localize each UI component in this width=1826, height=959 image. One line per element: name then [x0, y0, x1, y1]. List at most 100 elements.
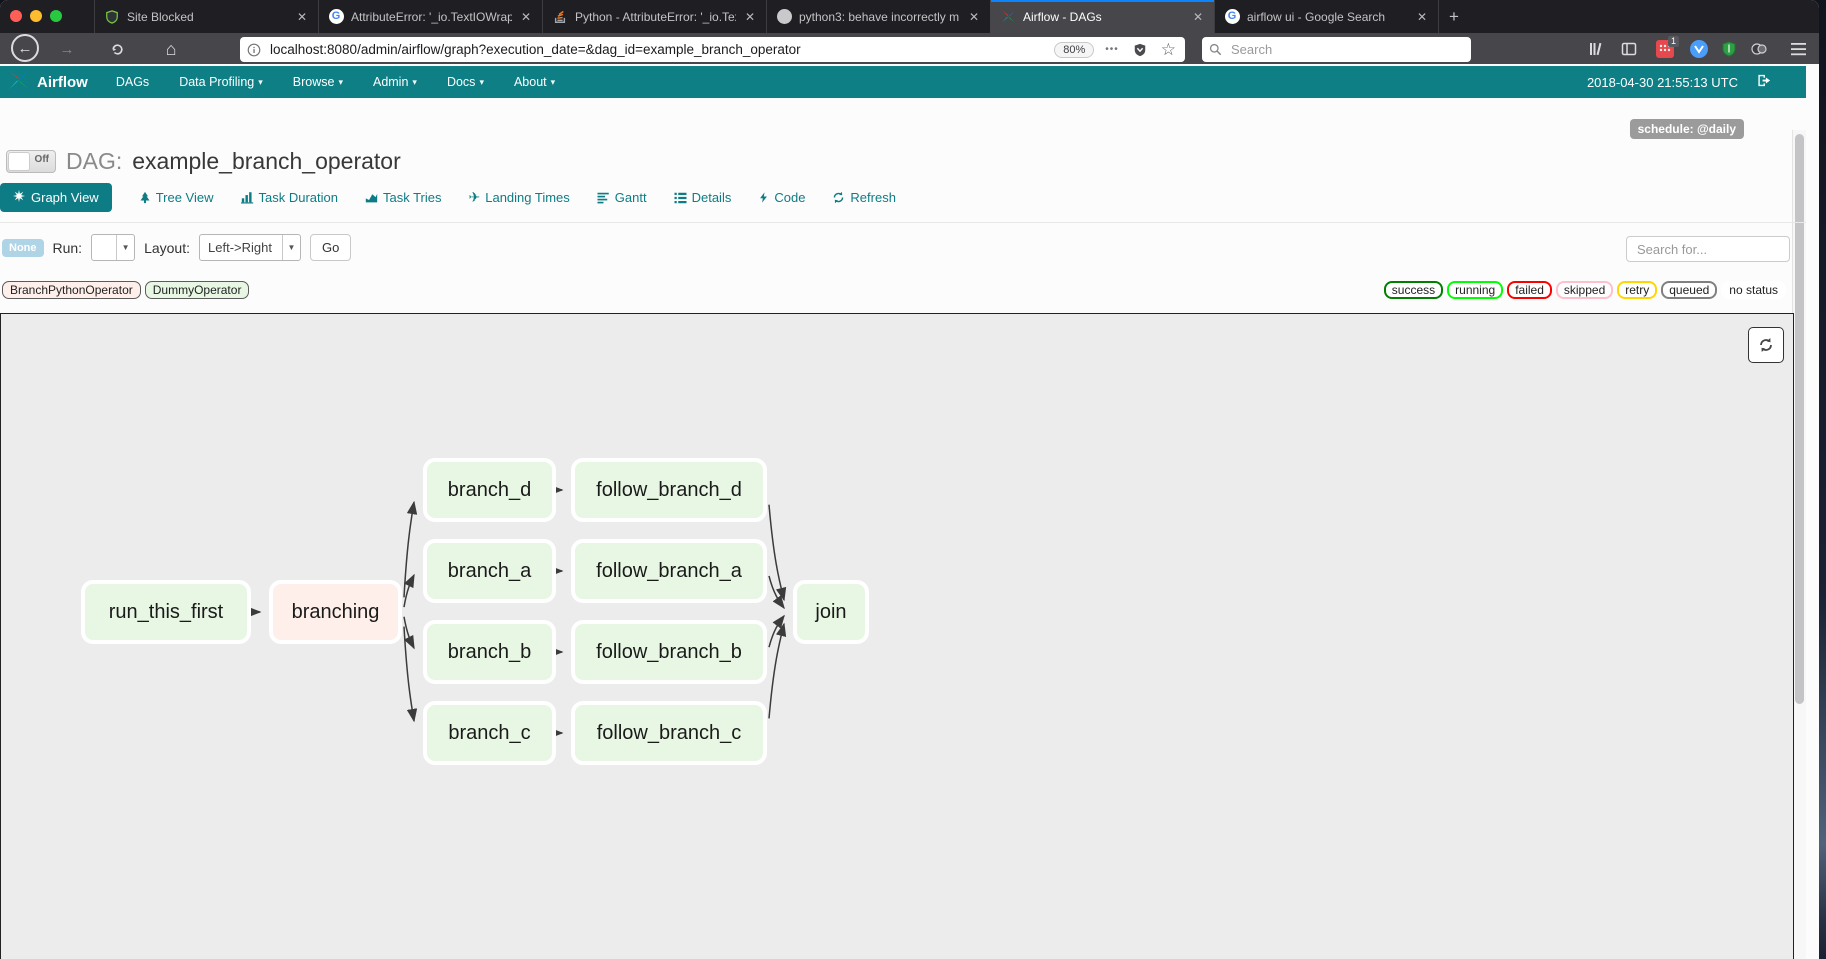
status-legend-queued: queued	[1661, 281, 1717, 299]
graph-node-join[interactable]: join	[793, 580, 869, 644]
tab-title: python3: behave incorrectly m	[799, 10, 960, 24]
search-bar[interactable]	[1202, 37, 1471, 62]
align-left-icon	[597, 192, 610, 204]
extension-red-icon[interactable]: 1	[1654, 38, 1676, 60]
tab-site-blocked[interactable]: Site Blocked ✕	[94, 0, 319, 33]
graph-edge-branching-to-branch_c	[404, 627, 414, 721]
divider	[0, 222, 1806, 223]
page-actions-icon[interactable]: •••	[1105, 44, 1119, 55]
nav-item-dags[interactable]: DAGs	[116, 75, 149, 89]
schedule-badge: schedule: @daily	[1630, 119, 1744, 139]
tab-landing-times[interactable]: ✈ Landing Times	[469, 189, 570, 206]
tab-title: Python - AttributeError: '_io.Tex	[575, 10, 736, 24]
tab-close-icon[interactable]: ✕	[519, 10, 533, 24]
tab-tree-view[interactable]: Tree View	[139, 190, 214, 205]
base-date-badge: None	[2, 239, 44, 257]
area-chart-icon	[365, 191, 378, 204]
reload-button[interactable]	[104, 36, 130, 62]
run-select[interactable]: ▼	[91, 234, 135, 261]
airflow-brand[interactable]: Airflow	[8, 69, 88, 95]
tab-close-icon[interactable]: ✕	[967, 10, 981, 24]
bookmark-star-icon[interactable]: ☆	[1161, 40, 1176, 60]
airflow-menu: DAGs Data Profiling▾ Browse▾ Admin▾ Docs…	[116, 75, 555, 89]
tab-close-icon[interactable]: ✕	[743, 10, 757, 24]
site-info-icon[interactable]	[247, 43, 261, 57]
extension-green-shield-icon[interactable]	[1718, 38, 1740, 60]
pocket-shield-icon[interactable]	[1133, 43, 1147, 57]
window-zoom-button[interactable]	[50, 10, 62, 22]
graph-node-follow_branch_c[interactable]: follow_branch_c	[571, 701, 767, 765]
task-search-input[interactable]	[1635, 241, 1781, 258]
tab-task-duration[interactable]: Task Duration	[241, 190, 338, 205]
graph-node-follow_branch_d[interactable]: follow_branch_d	[571, 458, 767, 522]
library-icon[interactable]	[1585, 38, 1607, 60]
scrollbar-thumb[interactable]	[1795, 134, 1804, 704]
new-tab-button[interactable]: +	[1439, 0, 1469, 33]
tab-title: airflow ui - Google Search	[1247, 10, 1408, 24]
tab-airflow-dags-active[interactable]: Airflow - DAGs ✕	[990, 0, 1215, 33]
operator-legend: BranchPythonOperatorDummyOperator	[2, 281, 249, 299]
nav-item-browse[interactable]: Browse▾	[293, 75, 343, 89]
nav-item-docs[interactable]: Docs▾	[447, 75, 484, 89]
github-favicon-icon	[776, 9, 792, 25]
window-minimize-button[interactable]	[30, 10, 42, 22]
extension-circles-icon[interactable]	[1748, 38, 1770, 60]
graph-node-branch_d[interactable]: branch_d	[423, 458, 556, 522]
page-scrollbar[interactable]	[1792, 130, 1806, 959]
zoom-level-badge[interactable]: 80%	[1054, 42, 1094, 58]
search-input[interactable]	[1229, 41, 1471, 58]
task-search-box[interactable]	[1626, 236, 1790, 262]
url-bar[interactable]: 80% ••• ☆	[240, 37, 1185, 62]
tab-close-icon[interactable]: ✕	[295, 10, 309, 24]
dag-pause-toggle[interactable]: Off	[6, 150, 56, 173]
tab-graph-view[interactable]: Graph View	[0, 183, 112, 212]
layout-label: Layout:	[144, 240, 190, 256]
firefox-window: Site Blocked ✕ G AttributeError: '_io.Te…	[0, 0, 1819, 959]
graph-canvas[interactable]: run_this_first branching branch_d branch_ab…	[0, 313, 1794, 959]
bolt-icon	[758, 191, 769, 204]
layout-select[interactable]: Left->Right ▼	[199, 234, 301, 261]
tab-details[interactable]: Details	[674, 190, 732, 205]
tab-python3-github[interactable]: python3: behave incorrectly m ✕	[766, 0, 991, 33]
graph-node-follow_branch_b[interactable]: follow_branch_b	[571, 620, 767, 684]
tab-python-stackoverflow[interactable]: Python - AttributeError: '_io.Tex ✕	[542, 0, 767, 33]
tab-bar: Site Blocked ✕ G AttributeError: '_io.Te…	[0, 0, 1819, 33]
status-legend-success: success	[1384, 281, 1443, 299]
chevron-down-icon: ▾	[338, 77, 343, 88]
google-favicon-icon: G	[328, 9, 344, 25]
window-close-button[interactable]	[10, 10, 22, 22]
tab-task-tries[interactable]: Task Tries	[365, 190, 442, 205]
graph-node-branching[interactable]: branching	[269, 580, 402, 644]
nav-item-admin[interactable]: Admin▾	[373, 75, 417, 89]
tab-close-icon[interactable]: ✕	[1191, 10, 1205, 24]
url-input[interactable]	[268, 41, 1050, 58]
hamburger-menu-icon[interactable]	[1787, 38, 1809, 60]
tab-gantt[interactable]: Gantt	[597, 190, 647, 205]
chevron-down-icon: ▾	[258, 77, 263, 88]
nav-item-data-profiling[interactable]: Data Profiling▾	[179, 75, 263, 89]
controls-row: None Run: ▼ Layout: Left->Right ▼ Go	[2, 234, 351, 261]
tab-attributeerror-google[interactable]: G AttributeError: '_io.TextIOWrapp ✕	[318, 0, 543, 33]
desktop-background-sliver	[1818, 0, 1826, 959]
extension-blue-icon[interactable]	[1688, 38, 1710, 60]
logout-icon[interactable]	[1756, 73, 1772, 91]
home-button[interactable]: ⌂	[158, 36, 184, 62]
graph-node-branch_a[interactable]: branch_a	[423, 539, 556, 603]
tab-airflow-ui-search[interactable]: G airflow ui - Google Search ✕	[1214, 0, 1439, 33]
tab-code[interactable]: Code	[758, 190, 805, 205]
refresh-icon	[832, 191, 845, 204]
back-button[interactable]: ←	[11, 34, 39, 62]
graph-node-branch_c[interactable]: branch_c	[423, 701, 556, 765]
chevron-down-icon: ▾	[412, 77, 417, 88]
graph-node-branch_b[interactable]: branch_b	[423, 620, 556, 684]
sidebar-toggle-icon[interactable]	[1618, 38, 1640, 60]
nav-item-about[interactable]: About▾	[514, 75, 555, 89]
go-button[interactable]: Go	[310, 234, 351, 261]
chevron-down-icon: ▼	[282, 235, 300, 260]
graph-node-run_this_first[interactable]: run_this_first	[81, 580, 251, 644]
forward-button[interactable]: →	[54, 36, 80, 62]
graph-node-follow_branch_a[interactable]: follow_branch_a	[571, 539, 767, 603]
tab-close-icon[interactable]: ✕	[1415, 10, 1429, 24]
operator-legend-BranchPythonOperator: BranchPythonOperator	[2, 281, 141, 299]
tab-refresh[interactable]: Refresh	[832, 190, 896, 205]
